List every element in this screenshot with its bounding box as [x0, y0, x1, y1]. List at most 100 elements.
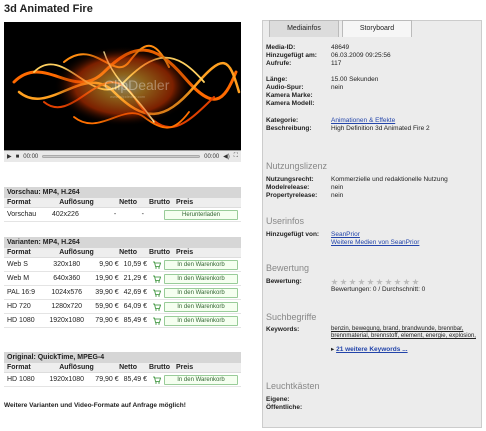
cell-brutto: 85,49 € — [123, 376, 147, 383]
play-icon[interactable]: ▶ — [7, 153, 12, 160]
category-link[interactable]: Animationen & Effekte — [331, 117, 395, 124]
user-link[interactable]: SeanPrior — [331, 231, 360, 238]
rating-heading: Bewertung — [266, 263, 310, 273]
cell-res: 1024x576 — [51, 289, 83, 296]
tab-mediainfos[interactable]: Mediainfos — [269, 20, 339, 37]
user-info: Hinzugefügt von: SeanPrior Weitere Medien… — [266, 231, 478, 247]
cell-brutto: 10,59 € — [123, 261, 147, 268]
cart-icon[interactable] — [153, 261, 161, 269]
col-netto: Netto — [119, 364, 137, 371]
usage-right: Kommerzielle und redaktionelle Nutzung — [331, 176, 448, 183]
cell-format: Vorschau — [7, 211, 37, 218]
col-netto: Netto — [119, 249, 137, 256]
volume-icon[interactable]: ◀) — [223, 153, 230, 160]
label: Keywords: — [266, 326, 300, 333]
star-icon[interactable] — [403, 278, 410, 285]
variants-heading: Varianten: MP4, H.264 — [4, 237, 241, 248]
rating-stars[interactable] — [331, 278, 419, 286]
col-format: Format — [7, 364, 31, 371]
label: Media-ID: — [266, 44, 296, 51]
original-colhead: Format Auflösung Netto Brutto Preis — [4, 363, 241, 373]
cell-format: HD 1080 — [7, 376, 35, 383]
star-icon[interactable] — [349, 278, 356, 285]
fullscreen-icon[interactable]: ⛶ — [234, 153, 238, 160]
label: Hinzugefügt am: — [266, 52, 317, 59]
cell-format: HD 720 — [7, 303, 31, 310]
label: Länge: — [266, 76, 288, 83]
add-to-cart-button[interactable]: In den Warenkorb — [164, 287, 238, 298]
col-res: Auflösung — [59, 364, 94, 371]
time-total: 00:00 — [204, 153, 220, 160]
label: Audio-Spur: — [266, 84, 304, 91]
col-price: Preis — [176, 199, 194, 206]
col-price: Preis — [176, 249, 194, 256]
userinfo-heading: Userinfos — [266, 216, 305, 226]
camera-brand — [331, 92, 478, 100]
add-to-cart-button[interactable]: In den Warenkorb — [164, 259, 238, 270]
cell-format: Web M — [7, 275, 30, 282]
cell-res: 1280x720 — [51, 303, 83, 310]
length: 15.00 Sekunden — [331, 76, 379, 83]
star-icon[interactable] — [340, 278, 347, 285]
cell-res: 1920x1080 — [49, 376, 85, 383]
property-release: nein — [331, 192, 344, 199]
add-to-cart-button[interactable]: In den Warenkorb — [164, 315, 238, 326]
col-brutto: Brutto — [149, 364, 170, 371]
star-icon[interactable] — [358, 278, 365, 285]
cell-netto: 39,90 € — [95, 289, 119, 296]
cart-icon[interactable] — [153, 317, 161, 325]
cart-icon[interactable] — [153, 376, 161, 384]
progress-bar[interactable] — [42, 155, 201, 158]
add-to-cart-button[interactable]: In den Warenkorb — [164, 374, 238, 385]
label: Kamera Modell: — [266, 100, 315, 107]
cell-format: PAL 16:9 — [7, 289, 36, 296]
add-to-cart-button[interactable]: In den Warenkorb — [164, 273, 238, 284]
preview-section: Vorschau: MP4, H.264 Format Auflösung Ne… — [4, 187, 241, 222]
keyword-list[interactable]: benzin, bewegung, brand, brandwunde, bre… — [331, 326, 478, 340]
camera-model — [331, 100, 478, 108]
star-icon[interactable] — [376, 278, 383, 285]
star-icon[interactable] — [331, 278, 338, 285]
star-icon[interactable] — [412, 278, 419, 285]
cell-format: Web S — [7, 261, 28, 268]
more-keywords-link[interactable]: 21 weitere Keywords ... — [336, 346, 408, 353]
video-player[interactable]: ClipDealer www.clipdealer.com ▶ ■ 00:00 … — [4, 22, 241, 162]
cell-res: 1920x1080 — [49, 317, 85, 324]
cell-format: HD 1080 — [7, 317, 35, 324]
cart-icon[interactable] — [153, 275, 161, 283]
cell-brutto: - — [141, 211, 144, 218]
preview-colhead: Format Auflösung Netto Brutto Preis — [4, 198, 241, 208]
cell-brutto: 42,69 € — [123, 289, 147, 296]
star-icon[interactable] — [385, 278, 392, 285]
col-brutto: Brutto — [149, 249, 170, 256]
stop-icon[interactable]: ■ — [16, 154, 20, 160]
original-section: Original: QuickTime, MPEG-4 Format Auflö… — [4, 352, 241, 387]
watermark: ClipDealer — [104, 77, 170, 93]
table-row: HD 720 1280x720 59,90 € 64,09 € In den Waren… — [4, 300, 241, 314]
more-media-link[interactable]: Weitere Medien von SeanPrior — [331, 239, 419, 246]
cell-res: 320x180 — [53, 261, 81, 268]
label: Kamera Marke: — [266, 92, 313, 99]
download-button[interactable]: Herunterladen — [164, 209, 238, 220]
label: Propertyrelease: — [266, 192, 318, 199]
cell-brutto: 64,09 € — [123, 303, 147, 310]
player-controls: ▶ ■ 00:00 00:00 ◀) ⛶ — [4, 150, 241, 162]
star-icon[interactable] — [394, 278, 401, 285]
table-row: Web M 640x360 19,90 € 21,29 € In den Warenko… — [4, 272, 241, 286]
cart-icon[interactable] — [153, 289, 161, 297]
variants-section: Varianten: MP4, H.264 Format Auflösung N… — [4, 237, 241, 328]
label: Öffentliche: — [266, 404, 303, 411]
add-to-cart-button[interactable]: In den Warenkorb — [164, 301, 238, 312]
label: Beschreibung: — [266, 125, 312, 132]
time-current: 00:00 — [23, 153, 39, 160]
cell-brutto: 21,29 € — [123, 275, 147, 282]
description: High Definition 3d Animated Fire 2 — [331, 125, 430, 132]
label: Bewertung: — [266, 278, 302, 285]
table-row: HD 1080 1920x1080 79,90 € 85,49 € In den War… — [4, 314, 241, 328]
table-row: PAL 16:9 1024x576 39,90 € 42,69 € In den War… — [4, 286, 241, 300]
star-icon[interactable] — [367, 278, 374, 285]
cell-netto: 9,90 € — [99, 261, 119, 268]
cart-icon[interactable] — [153, 303, 161, 311]
label: Aufrufe: — [266, 60, 292, 67]
tab-storyboard[interactable]: Storyboard — [342, 20, 412, 37]
